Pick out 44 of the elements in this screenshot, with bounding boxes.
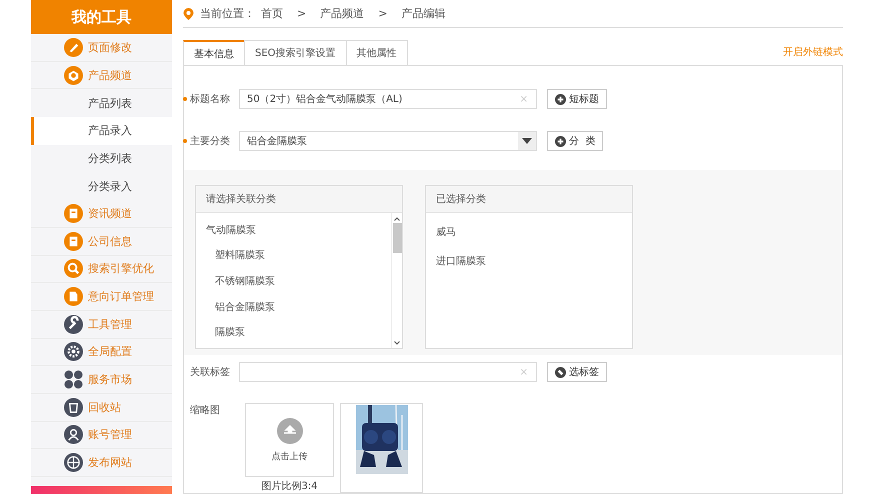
- category-option[interactable]: 不锈钢隔膜泵: [196, 268, 391, 294]
- short-title-button[interactable]: 短标题: [547, 89, 607, 109]
- sidebar-subitem[interactable]: 产品录入: [31, 117, 172, 145]
- category-option[interactable]: 气动隔膜泵: [196, 217, 391, 243]
- plus-icon: [555, 94, 566, 104]
- breadcrumb-link[interactable]: 产品编辑: [401, 6, 446, 21]
- location-pin-icon: [183, 8, 194, 20]
- field-label: 主要分类: [190, 134, 231, 148]
- breadcrumb-link[interactable]: 首页: [261, 6, 283, 21]
- selected-category[interactable]: 进口隔膜泵: [426, 246, 632, 275]
- selected-category[interactable]: 威马: [426, 217, 632, 246]
- category-button[interactable]: 分 类: [547, 131, 604, 151]
- category-option[interactable]: 铝合金隔膜泵: [196, 294, 391, 320]
- panel-heading: 请选择关联分类: [196, 186, 402, 213]
- tag-icon: [555, 366, 566, 378]
- panel-heading: 已选择分类: [426, 186, 632, 213]
- sidebar-subitem[interactable]: 分类录入: [31, 172, 172, 200]
- upload-icon: [276, 418, 302, 444]
- scroll-down-icon[interactable]: [394, 341, 400, 345]
- sidebar-subitem[interactable]: 分类列表: [31, 144, 172, 172]
- scrollbar[interactable]: [391, 213, 402, 348]
- category-option[interactable]: 塑料隔膜泵: [196, 242, 391, 268]
- title-field[interactable]: 50（2寸）铝合金气动隔膜泵（AL) ×: [239, 89, 537, 109]
- category-option[interactable]: 隔膜泵: [196, 319, 391, 345]
- breadcrumb-separator: >: [378, 7, 388, 20]
- breadcrumb-link[interactable]: 产品频道: [320, 6, 364, 21]
- breadcrumb-label: 当前位置：: [200, 6, 255, 21]
- category-select[interactable]: 铝合金隔膜泵: [239, 131, 537, 151]
- field-label: 标题名称: [190, 92, 231, 106]
- ratio-hint: 图片比例3:4: [261, 480, 318, 493]
- scroll-thumb[interactable]: [392, 223, 402, 253]
- caret-icon: [522, 138, 532, 144]
- upload-button[interactable]: 点击上传: [245, 403, 334, 477]
- tab[interactable]: 基本信息: [183, 40, 245, 65]
- sidebar-title: 我的工具: [31, 0, 172, 34]
- breadcrumb-separator: >: [297, 7, 306, 20]
- scroll-up-icon[interactable]: [394, 217, 400, 221]
- plus-icon: [555, 136, 566, 146]
- select-tags-button[interactable]: 选标签: [547, 362, 607, 382]
- field-label: 关联标签: [190, 366, 231, 379]
- tab[interactable]: 其他属性: [346, 40, 408, 65]
- image-card[interactable]: [340, 403, 423, 493]
- sidebar-subitem[interactable]: 产品列表: [31, 89, 172, 118]
- field-label: 缩略图: [190, 404, 221, 417]
